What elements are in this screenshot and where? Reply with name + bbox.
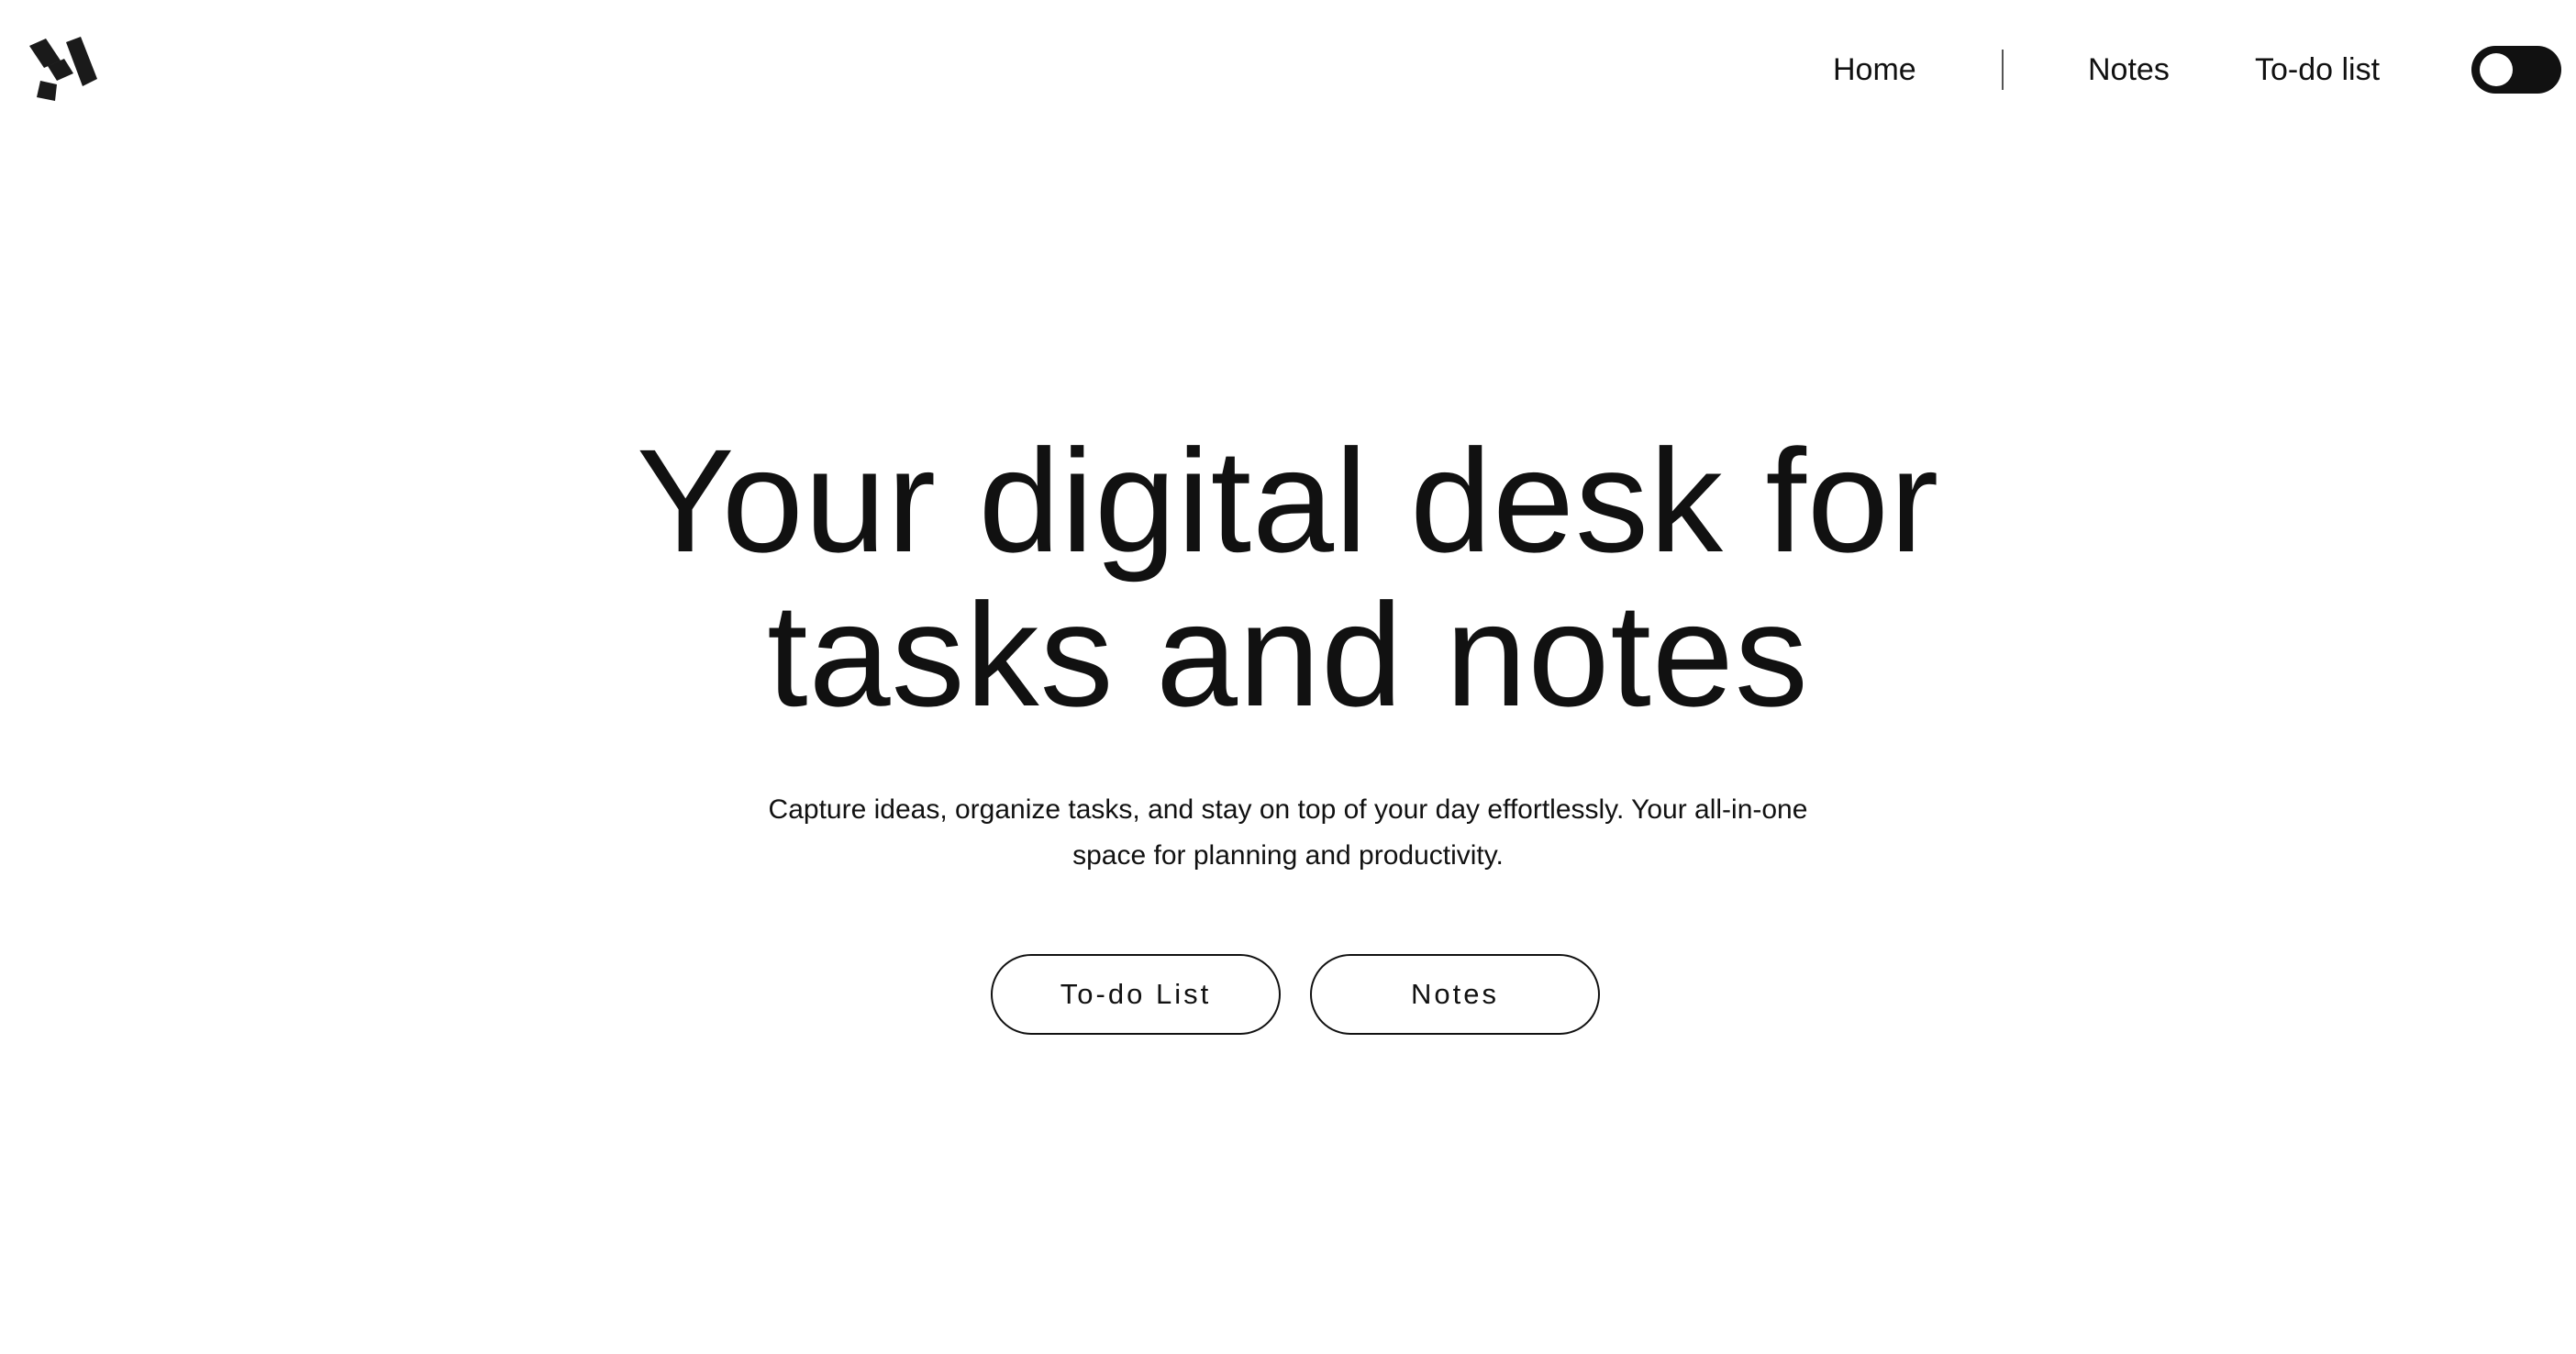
hero-title: Your digital desk for tasks and notes <box>0 424 2576 732</box>
theme-toggle[interactable] <box>2471 46 2561 94</box>
landing-page: Home Notes To-do list Your digital desk … <box>0 0 2576 1354</box>
notes-button[interactable]: Notes <box>1310 954 1600 1035</box>
nav-notes-link[interactable]: Notes <box>2088 46 2170 94</box>
nav-home-link[interactable]: Home <box>1833 46 1916 94</box>
todo-list-button[interactable]: To-do List <box>991 954 1281 1035</box>
brand-logo-icon[interactable] <box>28 33 99 105</box>
nav-divider <box>2002 50 2004 90</box>
toggle-knob <box>2480 53 2513 86</box>
hero-title-line-1: Your digital desk for <box>636 418 1940 583</box>
hero-title-line-2: tasks and notes <box>767 572 1809 737</box>
nav-todo-link[interactable]: To-do list <box>2255 46 2380 94</box>
hero-subtitle: Capture ideas, organize tasks, and stay … <box>768 794 1808 871</box>
